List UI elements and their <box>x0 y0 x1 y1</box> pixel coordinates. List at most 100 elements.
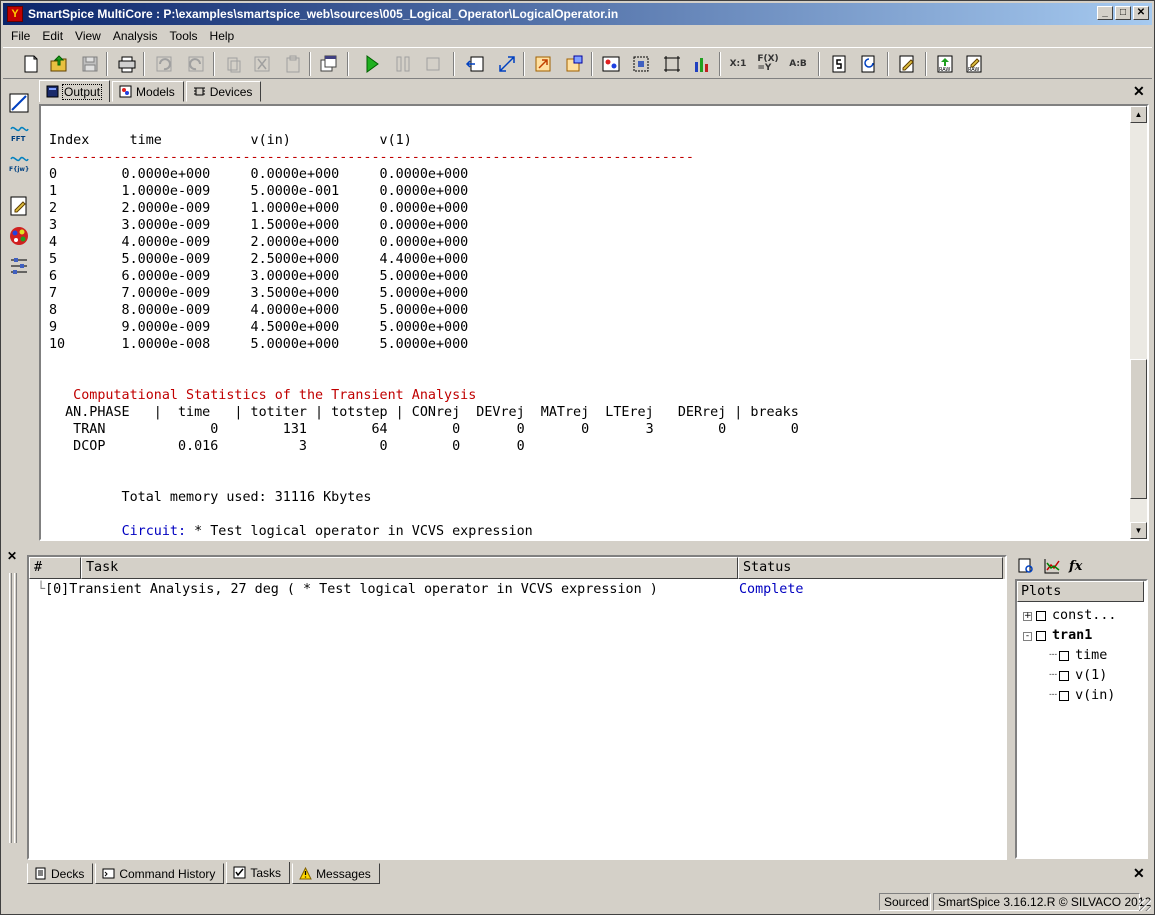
fit-icon[interactable] <box>659 51 685 77</box>
windows-icon[interactable] <box>316 51 342 77</box>
resize-arrow-icon[interactable] <box>494 51 520 77</box>
window-title: SmartSpice MultiCore : P:\examples\smart… <box>28 7 619 21</box>
tree-item-tran1[interactable]: - tran1 <box>1023 628 1092 644</box>
palette-icon[interactable] <box>7 224 31 248</box>
run-icon[interactable] <box>359 51 385 77</box>
func-fx-button[interactable]: F(X) =Y <box>755 51 781 77</box>
pane-splitter[interactable] <box>3 546 1152 551</box>
tab-command-history[interactable]: Command History <box>95 863 225 884</box>
measure-icon[interactable] <box>7 91 31 115</box>
checkbox[interactable] <box>1036 611 1046 621</box>
output-panel[interactable]: Index time v(in) v(1) -------------------… <box>39 104 1149 541</box>
checkbox[interactable] <box>1059 651 1070 661</box>
copy-icon[interactable] <box>220 51 246 77</box>
tab-models[interactable]: Models <box>112 81 184 102</box>
app-icon[interactable]: Y <box>7 6 23 22</box>
column-task[interactable]: Task <box>81 557 738 579</box>
raw-upload-icon[interactable]: RAW <box>932 51 958 77</box>
checkbox[interactable] <box>1059 671 1070 681</box>
bar-chart-icon[interactable] <box>689 51 715 77</box>
circuit-text: * Test logical operator in VCVS expressi… <box>186 524 533 539</box>
table-row[interactable]: └[0]Transient Analysis, 27 deg ( * Test … <box>37 581 658 599</box>
menu-view[interactable]: View <box>67 29 105 43</box>
output-row: 6 6.0000e-009 3.0000e+000 5.0000e+000 <box>49 269 469 284</box>
notes-icon[interactable] <box>7 194 31 218</box>
task-list[interactable]: # Task Status └[0]Transient Analysis, 27… <box>27 555 1007 860</box>
plot-graph-icon[interactable] <box>1043 557 1061 575</box>
tab-messages[interactable]: Messages <box>292 863 380 884</box>
tree-item-time[interactable]: ┄ time <box>1049 648 1107 664</box>
refresh-doc-icon[interactable] <box>856 51 882 77</box>
back-annotate-icon[interactable] <box>462 51 488 77</box>
script-icon[interactable] <box>826 51 852 77</box>
scroll-up-icon[interactable]: ▲ <box>1130 106 1147 123</box>
raw-edit-icon[interactable]: RAW <box>961 51 987 77</box>
tasks-check-icon <box>233 866 246 879</box>
tree-item-v1[interactable]: ┄ v(1) <box>1049 668 1107 684</box>
task-status-text: Complete <box>739 582 804 597</box>
output-row: 9 9.0000e-009 4.5000e+000 5.0000e+000 <box>49 320 469 335</box>
export-icon[interactable] <box>530 51 556 77</box>
close-output-pane-icon[interactable]: ✕ <box>1133 83 1145 100</box>
title-bar[interactable]: Y SmartSpice MultiCore : P:\examples\sma… <box>3 3 1152 25</box>
print-icon[interactable] <box>114 51 140 77</box>
expand-icon[interactable]: + <box>1023 611 1032 621</box>
bottom-grip-strip[interactable] <box>7 553 21 853</box>
fourier-icon[interactable]: F{jw} <box>7 151 31 175</box>
menu-edit[interactable]: Edit <box>34 29 67 43</box>
tab-messages-label: Messages <box>316 866 371 881</box>
collapse-icon[interactable]: - <box>1023 631 1032 641</box>
tab-decks[interactable]: Decks <box>27 863 94 884</box>
scroll-down-icon[interactable]: ▼ <box>1130 522 1147 539</box>
output-table-header: Index time v(in) v(1) <box>49 133 412 148</box>
menu-file[interactable]: File <box>3 29 34 43</box>
output-scrollbar[interactable]: ▲ ▼ <box>1130 106 1147 539</box>
resize-grip-icon[interactable] <box>1139 899 1151 911</box>
plot-browse-icon[interactable] <box>1017 557 1035 575</box>
scroll-thumb[interactable] <box>1130 359 1147 499</box>
func-ab-button[interactable]: A:B <box>785 51 811 77</box>
undo-icon[interactable] <box>151 51 177 77</box>
save-icon[interactable] <box>77 51 103 77</box>
checkbox[interactable] <box>1036 631 1046 641</box>
tab-devices[interactable]: Devices <box>185 81 262 102</box>
plots-header[interactable]: Plots <box>1017 581 1144 602</box>
tab-tasks[interactable]: Tasks <box>226 862 291 884</box>
maximize-button[interactable]: □ <box>1115 6 1131 20</box>
import-icon[interactable] <box>561 51 587 77</box>
open-file-icon[interactable] <box>46 51 72 77</box>
stats-header: AN.PHASE | time | totiter | totstep | CO… <box>49 405 799 420</box>
plots-toolbar: fx <box>1017 555 1082 577</box>
task-status[interactable]: Complete <box>739 581 804 599</box>
plots-tree[interactable]: Plots + const... - tran1 ┄ time ┄ v(1) ┄ v(in… <box>1015 579 1148 859</box>
tab-devices-label: Devices <box>209 84 253 99</box>
column-number[interactable]: # <box>29 557 81 579</box>
tree-item-const[interactable]: + const... <box>1023 608 1117 624</box>
paste-icon[interactable] <box>280 51 306 77</box>
menu-help[interactable]: Help <box>202 29 239 43</box>
menu-analysis[interactable]: Analysis <box>105 29 162 43</box>
minimize-button[interactable]: _ <box>1097 6 1113 20</box>
stop-icon[interactable] <box>420 51 446 77</box>
function-icon[interactable]: fx <box>1069 559 1082 574</box>
tab-output[interactable]: Output <box>39 80 111 102</box>
sliders-icon[interactable] <box>7 254 31 278</box>
schematic-icon[interactable] <box>598 51 624 77</box>
close-button[interactable]: ✕ <box>1133 6 1149 20</box>
edit-doc-icon[interactable] <box>894 51 920 77</box>
pause-icon[interactable] <box>390 51 416 77</box>
tab-tasks-label: Tasks <box>250 865 282 880</box>
tree-item-vin[interactable]: ┄ v(in) <box>1049 688 1115 704</box>
select-all-icon[interactable] <box>628 51 654 77</box>
checkbox[interactable] <box>1059 691 1070 701</box>
cut-icon[interactable] <box>249 51 275 77</box>
side-toolbar: FFT F{jw} <box>3 81 33 286</box>
redo-icon[interactable] <box>183 51 209 77</box>
new-file-icon[interactable] <box>18 51 44 77</box>
output-row: 10 1.0000e-008 5.0000e+000 5.0000e+000 <box>49 337 469 352</box>
menu-tools[interactable]: Tools <box>162 29 202 43</box>
column-status[interactable]: Status <box>738 557 1003 579</box>
close-tasks-pane-icon[interactable]: ✕ <box>1133 865 1145 882</box>
func-x1-button[interactable]: X:1 <box>725 51 751 77</box>
fft-icon[interactable]: FFT <box>7 121 31 145</box>
